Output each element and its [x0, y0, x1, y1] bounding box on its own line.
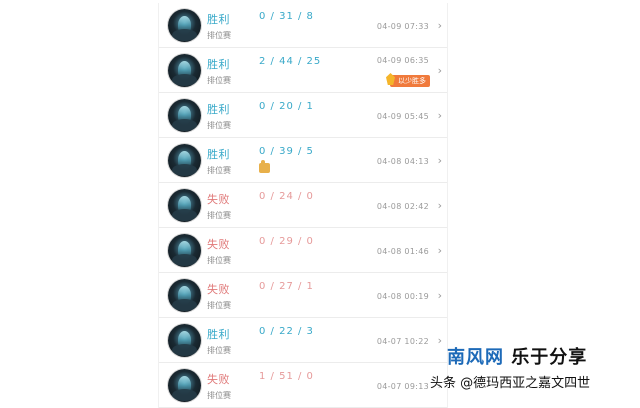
watermark-brand: 南风网 乐于分享 — [447, 343, 587, 369]
match-row[interactable]: 胜利排位赛 2 / 44 / 25 04-09 06:35 › 以少胜多 — [159, 48, 447, 93]
match-time: 04-09 06:35 — [376, 56, 429, 65]
hero-avatar — [168, 324, 201, 357]
match-history-page: 胜利 排位赛 0 / 31 / 8 04-09 07:33 › 胜利 排位赛 2 / 44 /… — [0, 0, 640, 408]
match-time: 04-08 04:13 — [376, 157, 429, 166]
match-mode: 排位赛 — [207, 31, 231, 40]
match-kda: 1 / 51 / 0 — [259, 371, 314, 382]
match-time: 04-07 09:13 — [376, 382, 429, 391]
match-time: 04-08 00:19 — [376, 292, 429, 301]
match-list: 胜利 排位赛 0 / 31 / 8 04-09 07:33 › 胜利 排位赛 2 / 44 /… — [158, 3, 448, 408]
match-result: 胜利 — [207, 103, 230, 116]
match-kda: 2 / 44 / 25 — [259, 56, 322, 67]
match-kda: 0 / 39 / 5 — [259, 146, 314, 157]
match-time: 04-08 02:42 — [376, 202, 429, 211]
match-kda: 0 / 20 / 1 — [259, 101, 314, 112]
match-kda: 0 / 27 / 1 — [259, 281, 314, 292]
match-row[interactable]: 失败排位赛 0 / 27 / 1 04-08 00:19 › — [159, 273, 447, 318]
hero-avatar — [168, 54, 201, 87]
match-mode: 排位赛 — [207, 256, 231, 265]
match-mode: 排位赛 — [207, 391, 231, 400]
match-mode: 排位赛 — [207, 301, 231, 310]
match-time: 04-09 05:45 — [376, 112, 429, 121]
chevron-right-icon[interactable]: › — [438, 289, 442, 302]
match-time: 04-08 01:46 — [376, 247, 429, 256]
hero-avatar — [168, 369, 201, 402]
match-row[interactable]: 胜利排位赛 0 / 31 / 8 04-09 07:33 › — [159, 3, 447, 48]
match-kda: 0 / 22 / 3 — [259, 326, 314, 337]
watermark-credit: 头条 @德玛西亚之嘉文四世 — [430, 376, 591, 391]
match-row[interactable]: 失败排位赛 0 / 24 / 0 04-08 02:42 › — [159, 183, 447, 228]
match-time: 04-09 07:33 — [376, 22, 429, 31]
chevron-right-icon[interactable]: › — [438, 244, 442, 257]
match-result: 失败 — [207, 373, 230, 386]
hero-avatar — [168, 144, 201, 177]
watermark-slogan: 乐于分享 — [511, 347, 588, 368]
match-result: 失败 — [207, 283, 230, 296]
match-mode: 排位赛 — [207, 76, 231, 85]
hero-avatar — [168, 189, 201, 222]
chevron-right-icon[interactable]: › — [438, 64, 442, 77]
match-kda: 0 / 31 / 8 — [259, 11, 314, 22]
chevron-right-icon[interactable]: › — [438, 154, 442, 167]
match-row[interactable]: 失败 排位赛 1 / 51 / 0 04-07 09:13 › — [159, 363, 447, 408]
chevron-right-icon[interactable]: › — [438, 109, 442, 122]
match-result: 胜利 — [207, 58, 230, 71]
match-result: 胜利 — [207, 328, 230, 341]
match-row[interactable]: 胜利排位赛 0 / 22 / 3 04-07 10:22 › — [159, 318, 447, 363]
hero-avatar — [168, 9, 201, 42]
match-kda: 0 / 29 / 0 — [259, 236, 314, 247]
hero-avatar — [168, 234, 201, 267]
achievement-badge: 以少胜多 — [390, 75, 430, 87]
match-mode: 排位赛 — [207, 211, 231, 220]
match-mode: 排位赛 — [207, 346, 231, 355]
match-result: 胜利 — [207, 148, 230, 161]
thumb-up-icon — [259, 160, 270, 173]
chevron-right-icon[interactable]: › — [438, 19, 442, 32]
match-result: 失败 — [207, 193, 230, 206]
match-time: 04-07 10:22 — [376, 337, 429, 346]
match-row[interactable]: 胜利排位赛 0 / 39 / 5 04-08 04:13 › — [159, 138, 447, 183]
match-kda: 0 / 24 / 0 — [259, 191, 314, 202]
match-mode: 排位赛 — [207, 121, 231, 130]
watermark-brand-name: 南风网 — [447, 347, 504, 368]
match-row[interactable]: 胜利排位赛 0 / 20 / 1 04-09 05:45 › — [159, 93, 447, 138]
match-result: 失败 — [207, 238, 230, 251]
hero-avatar — [168, 99, 201, 132]
match-row[interactable]: 失败排位赛 0 / 29 / 0 04-08 01:46 › — [159, 228, 447, 273]
match-mode: 排位赛 — [207, 166, 231, 175]
chevron-right-icon[interactable]: › — [438, 334, 442, 347]
hero-avatar — [168, 279, 201, 312]
match-result: 胜利 — [207, 13, 230, 26]
chevron-right-icon[interactable]: › — [438, 199, 442, 212]
